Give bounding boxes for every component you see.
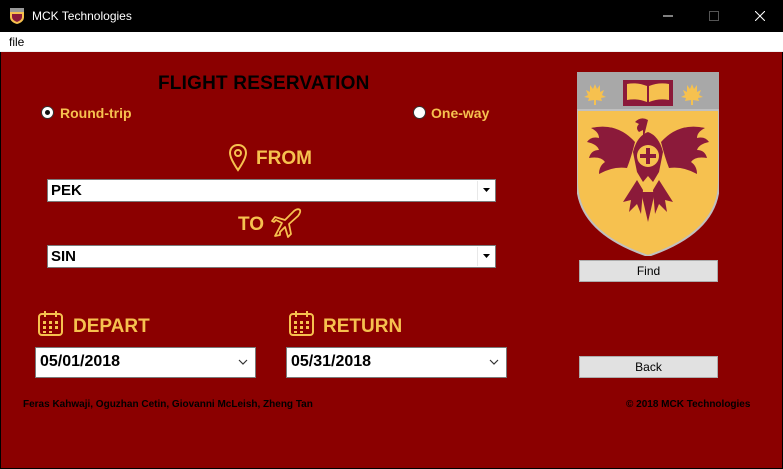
to-dropdown-button[interactable] bbox=[477, 247, 494, 266]
back-button[interactable]: Back bbox=[579, 356, 718, 378]
menu-file[interactable]: file bbox=[9, 35, 24, 49]
authors-text: Feras Kahwaji, Oguzhan Cetin, Giovanni M… bbox=[23, 399, 313, 410]
chevron-down-icon bbox=[483, 254, 490, 258]
from-select-value: PEK bbox=[51, 182, 82, 199]
window-title: MCK Technologies bbox=[32, 9, 132, 23]
copyright-text: © 2018 MCK Technologies bbox=[626, 399, 751, 410]
calendar-icon bbox=[38, 311, 63, 336]
one-way-radio[interactable] bbox=[413, 106, 426, 119]
university-crest bbox=[577, 72, 719, 256]
one-way-label[interactable]: One-way bbox=[431, 105, 489, 121]
depart-date-picker[interactable]: 05/01/2018 bbox=[35, 347, 256, 378]
from-label: FROM bbox=[256, 148, 312, 169]
return-date-value: 05/31/2018 bbox=[291, 353, 372, 370]
maximize-button[interactable] bbox=[691, 0, 737, 32]
return-label: RETURN bbox=[323, 316, 403, 337]
close-button[interactable] bbox=[737, 0, 783, 32]
close-icon bbox=[755, 11, 765, 21]
map-pin-icon bbox=[228, 143, 248, 172]
depart-date-value: 05/01/2018 bbox=[40, 353, 121, 370]
chevron-down-icon[interactable] bbox=[238, 359, 248, 365]
calendar-icon bbox=[289, 311, 314, 336]
airplane-icon bbox=[271, 208, 302, 238]
to-label: TO bbox=[238, 214, 265, 235]
depart-label: DEPART bbox=[73, 316, 150, 337]
chevron-down-icon bbox=[483, 188, 490, 192]
find-button[interactable]: Find bbox=[579, 260, 718, 282]
return-date-picker[interactable]: 05/31/2018 bbox=[286, 347, 507, 378]
round-trip-radio[interactable] bbox=[41, 106, 54, 119]
minimize-button[interactable] bbox=[645, 0, 691, 32]
to-select[interactable]: SIN bbox=[47, 245, 496, 268]
to-select-value: SIN bbox=[51, 248, 77, 265]
title-bar: MCK Technologies bbox=[0, 0, 783, 32]
maximize-icon bbox=[709, 11, 719, 21]
chevron-down-icon[interactable] bbox=[489, 359, 499, 365]
from-select[interactable]: PEK bbox=[47, 179, 496, 202]
page-title: FLIGHT RESERVATION bbox=[158, 73, 370, 94]
from-dropdown-button[interactable] bbox=[477, 181, 494, 200]
reservation-panel: FLIGHT RESERVATION Round-trip One-way FR… bbox=[1, 52, 782, 468]
round-trip-label[interactable]: Round-trip bbox=[60, 105, 132, 121]
menu-bar: file bbox=[0, 32, 783, 52]
app-crest-icon bbox=[10, 8, 24, 24]
minimize-icon bbox=[663, 15, 673, 17]
